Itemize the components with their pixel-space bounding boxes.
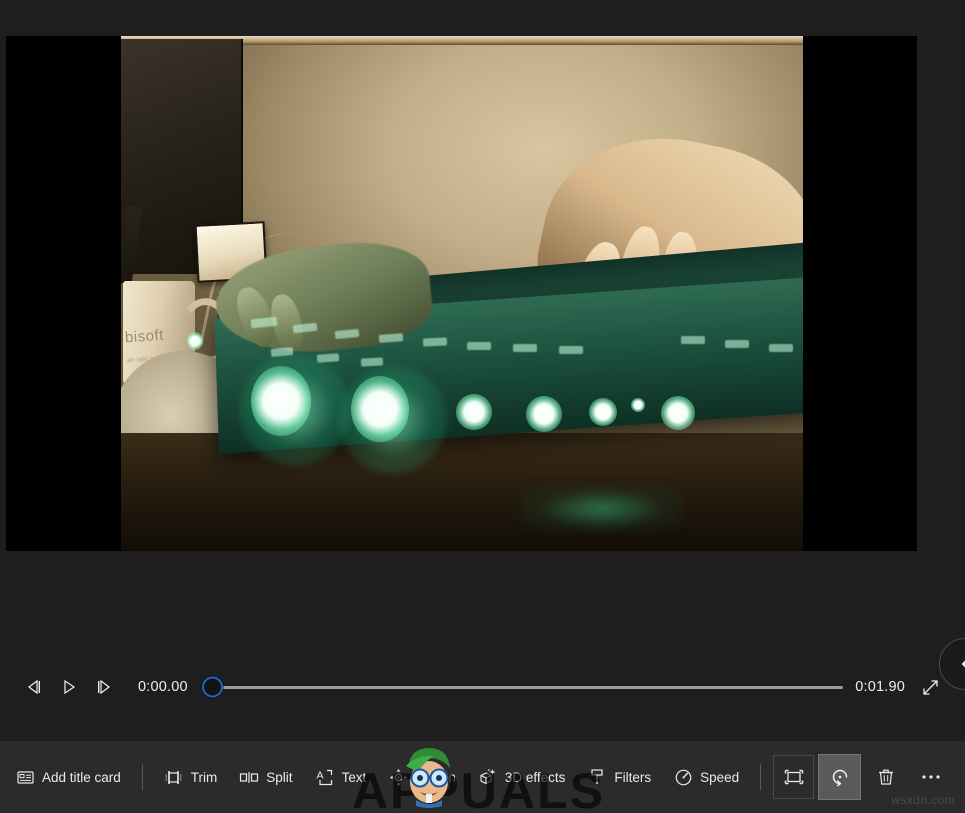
3d-effects-label: 3D effects bbox=[504, 769, 566, 785]
scene-key bbox=[681, 336, 705, 344]
preview-stage: bisoft an tale co ltd 0:00.00 0:01.90 bbox=[0, 0, 965, 741]
scene-key bbox=[769, 344, 793, 352]
scene-led bbox=[526, 396, 562, 432]
add-title-card-button[interactable]: Add title card bbox=[4, 753, 132, 801]
scene-mug-label: bisoft bbox=[124, 326, 165, 347]
split-label: Split bbox=[266, 769, 293, 785]
trim-button[interactable]: Trim bbox=[153, 753, 229, 801]
scrubber-thumb[interactable] bbox=[201, 676, 223, 698]
speed-button[interactable]: Speed bbox=[662, 753, 750, 801]
transport-bar: 0:00.00 0:01.90 bbox=[0, 663, 965, 711]
filters-label: Filters bbox=[614, 769, 652, 785]
scene-table-glow bbox=[521, 485, 681, 533]
total-time-label: 0:01.90 bbox=[855, 679, 905, 695]
scene-key bbox=[725, 340, 749, 348]
text-button[interactable]: A Text bbox=[304, 753, 378, 801]
previous-frame-button[interactable] bbox=[18, 670, 52, 704]
timeline-scrubber[interactable] bbox=[201, 670, 844, 704]
more-options-button[interactable] bbox=[910, 755, 951, 799]
trash-icon bbox=[878, 769, 893, 785]
svg-text:A: A bbox=[316, 769, 323, 781]
ellipsis-icon bbox=[921, 775, 940, 779]
title-card-icon bbox=[15, 767, 35, 787]
rotate-icon bbox=[832, 769, 847, 787]
scene-led bbox=[631, 398, 645, 412]
3d-effects-button[interactable]: 3D effects bbox=[467, 753, 577, 801]
motion-icon bbox=[388, 767, 408, 787]
toolbar-divider bbox=[141, 764, 143, 790]
crop-icon bbox=[784, 769, 803, 785]
filter-icon bbox=[587, 767, 607, 787]
scene-key bbox=[467, 342, 491, 350]
filters-button[interactable]: Filters bbox=[576, 753, 662, 801]
trim-icon bbox=[164, 767, 184, 787]
scene-key bbox=[360, 357, 384, 367]
split-button[interactable]: Split bbox=[228, 753, 303, 801]
scene-led bbox=[589, 398, 617, 426]
trim-label: Trim bbox=[190, 769, 218, 785]
scrubber-track[interactable] bbox=[215, 685, 844, 689]
video-canvas[interactable]: bisoft an tale co ltd bbox=[6, 36, 917, 551]
speed-gauge-icon bbox=[673, 767, 693, 787]
scene-key bbox=[559, 346, 583, 354]
add-title-card-label: Add title card bbox=[42, 769, 121, 785]
play-button[interactable] bbox=[52, 670, 86, 704]
scene-key bbox=[422, 337, 448, 347]
rotate-button[interactable] bbox=[818, 754, 862, 800]
speed-label: Speed bbox=[700, 769, 740, 785]
scene-led bbox=[661, 396, 695, 430]
delete-button[interactable] bbox=[865, 755, 906, 799]
aspect-ratio-button[interactable] bbox=[773, 755, 815, 799]
scene-key bbox=[513, 344, 537, 352]
scene-led bbox=[456, 394, 492, 430]
scene-led bbox=[187, 332, 203, 350]
scene-led bbox=[251, 366, 311, 436]
motion-label: Motion bbox=[415, 769, 456, 785]
split-icon bbox=[239, 767, 259, 787]
editing-toolbar: Add title card Trim Split A Text Motion … bbox=[0, 741, 965, 813]
toolbar-divider-2 bbox=[760, 764, 762, 790]
current-time-label: 0:00.00 bbox=[138, 679, 188, 695]
text-label: Text bbox=[341, 769, 367, 785]
chevron-left-icon bbox=[961, 660, 965, 668]
scene-key bbox=[378, 333, 404, 343]
text-icon: A bbox=[315, 767, 335, 787]
video-frame: bisoft an tale co ltd bbox=[121, 36, 803, 551]
video-editor-window: bisoft an tale co ltd 0:00.00 0:01.90 Ad… bbox=[0, 0, 965, 813]
motion-button[interactable]: Motion bbox=[377, 753, 467, 801]
next-frame-button[interactable] bbox=[86, 670, 120, 704]
sparkle-cube-icon bbox=[478, 767, 498, 787]
scene-led bbox=[351, 376, 409, 442]
